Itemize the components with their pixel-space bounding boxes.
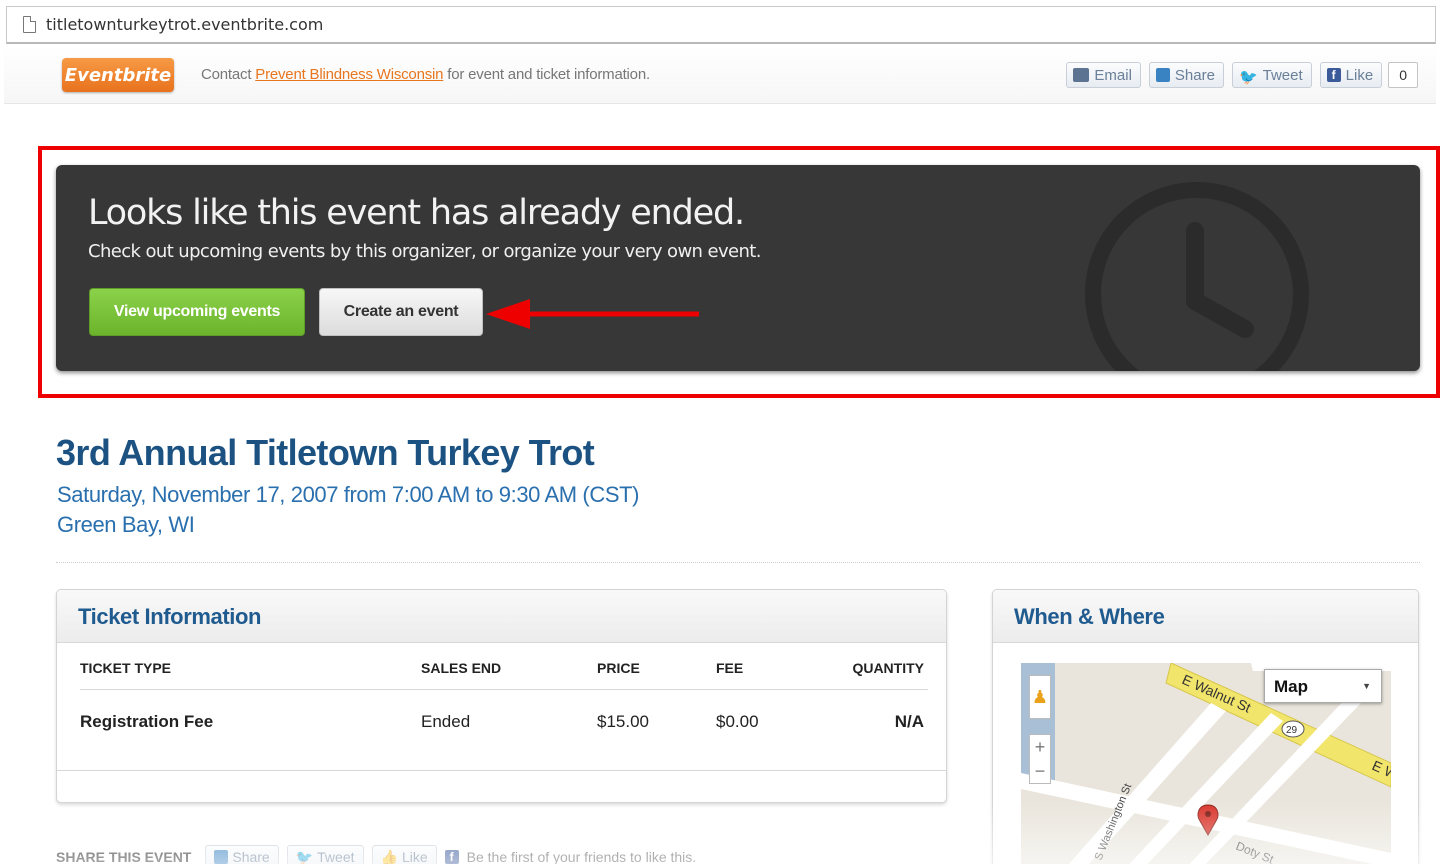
tweet-event-button[interactable]: 🐦 Tweet [286,845,364,864]
eventbrite-topbar: Eventbrite Contact Prevent Blindness Wis… [4,46,1436,104]
ticket-panel-heading: Ticket Information [57,590,946,643]
contact-prefix: Contact [201,66,256,83]
contact-text: Contact Prevent Blindness Wisconsin for … [201,66,650,83]
envelope-icon [1073,68,1090,82]
col-price: PRICE [597,660,640,676]
email-button[interactable]: Email [1066,62,1141,88]
url-text[interactable]: titletownturkeytrot.eventbrite.com [46,15,323,34]
like-event-button[interactable]: 👍 Like [371,845,437,864]
table-footer-line [57,770,946,771]
share-button[interactable]: Share [1148,62,1224,88]
when-where-heading: When & Where [993,590,1418,643]
col-quantity: QUANTITY [852,660,924,676]
event-location: Green Bay, WI [57,512,195,537]
col-ticket-type: TICKET TYPE [80,660,172,676]
address-bar[interactable]: titletownturkeytrot.eventbrite.com [6,6,1436,44]
ticket-information-panel: Ticket Information TICKET TYPE SALES END… [56,589,947,803]
tweet-button[interactable]: 🐦 Tweet [1231,62,1312,88]
social-buttons: Email Share 🐦 Tweet f Like 0 [1066,62,1418,88]
eventbrite-logo[interactable]: Eventbrite [62,58,174,92]
share-event-label: Share [232,849,270,864]
ticket-type-cell: Registration Fee [80,712,214,731]
twitter-bird-icon: 🐦 [295,848,314,864]
like-event-label: Like [401,849,428,864]
event-map[interactable]: E Walnut St S Washington St Doty St 29 E… [1021,663,1391,864]
tweet-label: Tweet [1262,66,1303,84]
map-zoom-control[interactable]: + − [1029,734,1051,784]
like-label: Like [1345,66,1374,84]
fee-cell: $0.00 [716,712,759,731]
tweet-event-label: Tweet [317,849,355,864]
contact-suffix: for event and ticket information. [443,66,650,83]
email-label: Email [1094,66,1132,84]
col-fee: FEE [716,660,744,676]
twitter-bird-icon: 🐦 [1238,69,1258,86]
highway-label: 29 [1286,725,1298,736]
linkedin-icon [1155,68,1170,82]
event-title: 3rd Annual Titletown Turkey Trot [56,432,595,473]
thumbs-up-icon: 👍 [380,848,398,864]
page-icon [23,16,36,33]
friends-like-text: Be the first of your friends to like thi… [466,849,697,864]
annotation-highlight-frame [38,146,1440,398]
like-button[interactable]: f Like [1319,62,1383,88]
share-label: Share [1174,66,1215,84]
event-date: Saturday, November 17, 2007 from 7:00 AM… [57,482,640,507]
share-event-button[interactable]: Share [205,845,279,864]
like-count: 0 [1388,62,1418,88]
facebook-icon: f [1326,68,1341,82]
sales-end-cell: Ended [421,712,471,731]
linkedin-icon [214,850,229,864]
organizer-link[interactable]: Prevent Blindness Wisconsin [255,66,443,83]
col-sales-end: SALES END [421,660,502,676]
quantity-cell: N/A [894,712,924,731]
section-divider [56,562,1420,563]
price-cell: $15.00 [597,712,649,731]
table-row: Registration Fee Ended $15.00 $0.00 N/A [80,712,928,742]
when-where-panel: When & Where E Walnut St S Washington St… [992,589,1419,864]
facebook-friends-text: f Be the first of your friends to like th… [444,849,697,864]
share-this-event-row: SHARE THIS EVENT Share 🐦 Tweet 👍 Like f Be … [56,845,696,864]
street-view-pegman-icon[interactable]: ♟ [1029,675,1051,719]
ticket-table-header: TICKET TYPE SALES END PRICE FEE QUANTITY [80,660,928,690]
map-type-select[interactable]: Map [1264,669,1382,703]
facebook-icon: f [444,850,459,864]
share-this-event-label: SHARE THIS EVENT [56,849,192,864]
